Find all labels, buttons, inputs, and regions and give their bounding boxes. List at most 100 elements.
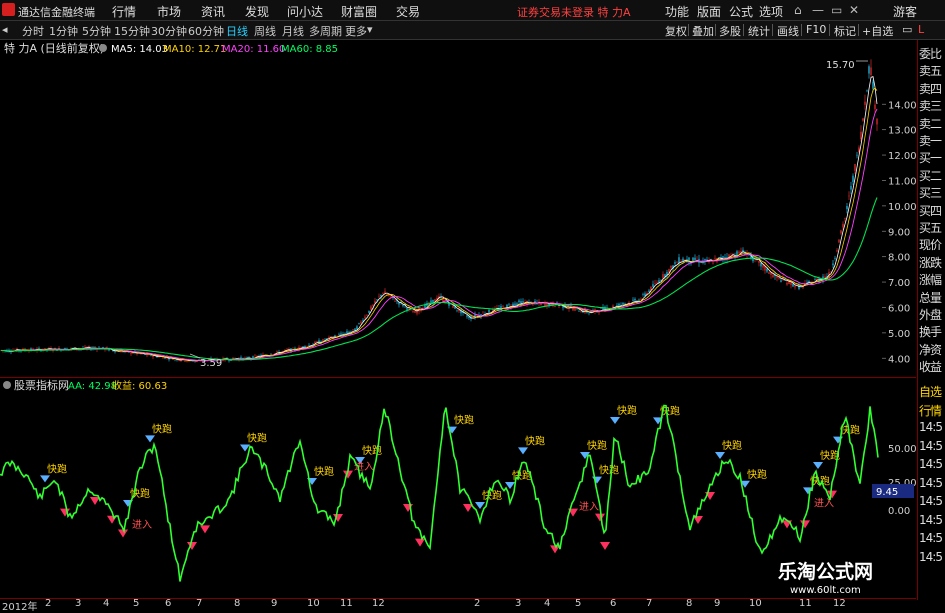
divider: [829, 24, 830, 36]
f10-button[interactable]: F10: [806, 23, 826, 36]
tab-weekly[interactable]: 周线: [254, 23, 276, 39]
time-tick-label: 6: [165, 598, 172, 609]
candle-body: [260, 354, 262, 356]
tab-watchlist[interactable]: 自选: [919, 383, 942, 400]
back-icon[interactable]: ◂: [2, 23, 8, 36]
tab-1min[interactable]: 1分钟: [49, 23, 78, 39]
candle-body: [276, 351, 278, 352]
draw-line-button[interactable]: 画线: [777, 23, 799, 39]
time-tick-label: 9: [714, 598, 721, 609]
candle-body: [644, 293, 646, 296]
candle-body: [870, 67, 872, 76]
candle-body: [692, 257, 694, 262]
candle-body: [642, 294, 644, 295]
menu-xiaoda[interactable]: 问小达: [287, 3, 323, 20]
minimize-panel-icon[interactable]: ▭: [902, 23, 912, 36]
close-icon[interactable]: ✕: [849, 3, 859, 17]
settings-icon[interactable]: [99, 44, 107, 52]
minimize-icon[interactable]: —: [812, 3, 824, 17]
candle-body: [860, 131, 862, 140]
candle-body: [514, 303, 516, 306]
menu-news[interactable]: 资讯: [201, 3, 225, 20]
menu-trade[interactable]: 交易: [396, 3, 420, 20]
chevron-down-icon[interactable]: ▾: [367, 23, 373, 36]
login-status[interactable]: 证券交易未登录 特 力A: [517, 4, 631, 20]
time-tick-label: 9: [271, 598, 278, 609]
guest-label[interactable]: 游客: [893, 3, 917, 20]
menu-formula[interactable]: 公式: [729, 3, 753, 20]
menu-discover[interactable]: 发现: [245, 3, 269, 20]
signals-group: 快跑快跑快跑快跑快跑快跑快跑快跑快跑快跑 快跑快跑快跑 快跑快跑快跑快跑快跑快跑进入…: [40, 404, 860, 554]
candle-body: [374, 300, 376, 304]
menu-wealth[interactable]: 财富圈: [341, 3, 377, 20]
indicator-settings-icon[interactable]: [3, 381, 11, 389]
tab-15min[interactable]: 15分钟: [114, 23, 150, 39]
time-axis: 2012年 2 3 4 5 6 7 8 9 10 11 12 2 3 4 5 6 7 8 9 10 11 12: [0, 598, 916, 613]
tab-daily[interactable]: 日线: [226, 23, 248, 39]
candle-body: [488, 309, 490, 313]
candle-body: [530, 301, 532, 303]
menu-layout[interactable]: 版面: [697, 3, 721, 20]
ma20-line: [0, 108, 878, 362]
candle-body: [840, 230, 842, 234]
candle-body: [648, 290, 650, 292]
candle-body: [372, 304, 374, 306]
divider: [858, 24, 859, 36]
ma5-label: MA5: 14.03: [111, 44, 168, 55]
stats-button[interactable]: 统计: [748, 23, 770, 39]
menu-bar: 通达信金融终端 行情 市场 资讯 发现 问小达 财富圈 交易 证券交易未登录 特…: [0, 0, 945, 21]
candle-body: [244, 357, 246, 359]
restore-icon[interactable]: ▭: [831, 3, 842, 17]
candle-body: [152, 356, 154, 357]
candle-body: [624, 303, 626, 305]
run-signal-icon: [518, 447, 528, 455]
tab-intraday[interactable]: 分时: [22, 23, 44, 39]
candle-body: [632, 299, 634, 301]
adjust-button[interactable]: 复权: [665, 23, 687, 39]
tab-multi-period[interactable]: 多周期: [309, 23, 342, 39]
quote-field-label: 卖三: [919, 99, 942, 114]
overlay-button[interactable]: 叠加: [692, 23, 714, 39]
candle-body: [634, 298, 636, 301]
candle-body: [448, 303, 450, 306]
candle-body: [246, 356, 248, 358]
headset-icon[interactable]: ⌂: [794, 3, 802, 17]
tab-60min[interactable]: 60分钟: [188, 23, 224, 39]
tab-quotes[interactable]: 行情: [919, 402, 942, 419]
price-chart[interactable]: 特 力A (日线前复权) MA5: 14.03 MA10: 12.71 MA20…: [0, 40, 916, 377]
candle-body: [456, 309, 458, 311]
menu-market[interactable]: 市场: [157, 3, 181, 20]
tab-more[interactable]: 更多: [345, 23, 367, 39]
tab-monthly[interactable]: 月线: [282, 23, 304, 39]
candle-body: [398, 302, 400, 305]
tab-30min[interactable]: 30分钟: [151, 23, 187, 39]
mark-button[interactable]: 标记: [834, 23, 856, 39]
panel-toggle-icon[interactable]: L: [918, 23, 924, 36]
multi-stock-button[interactable]: 多股: [719, 23, 741, 39]
menu-options[interactable]: 选项: [759, 3, 783, 20]
menu-quotes[interactable]: 行情: [112, 3, 136, 20]
candle-body: [554, 306, 556, 307]
candle-body: [598, 312, 600, 313]
add-watchlist-button[interactable]: +自选: [862, 23, 893, 39]
tab-5min[interactable]: 5分钟: [82, 23, 111, 39]
price-axis: 14.00 13.00 12.00 11.00 10.00 9.00 8.00 7.00 6.0…: [882, 100, 916, 365]
candle-body: [844, 218, 846, 219]
menu-functions[interactable]: 功能: [665, 3, 689, 20]
price-tick-label: 12.00: [888, 151, 916, 162]
candle-body: [532, 304, 534, 306]
profit-label: 收益: 60.63: [112, 379, 167, 392]
candle-body: [714, 258, 716, 260]
run-signal-icon: [592, 476, 602, 484]
quote-field-label: 买三: [919, 186, 942, 201]
candle-body: [850, 185, 852, 190]
candle-body: [504, 308, 506, 310]
candle-body: [770, 272, 772, 276]
candle-body: [476, 315, 478, 316]
candle-body: [522, 301, 524, 303]
buy-signal-icon: [415, 538, 425, 547]
buy-signal-label: 进入: [579, 501, 599, 513]
buy-signal-label: 进入: [132, 519, 152, 531]
candle-body: [680, 261, 682, 262]
buy-signal-icon: [800, 520, 810, 529]
